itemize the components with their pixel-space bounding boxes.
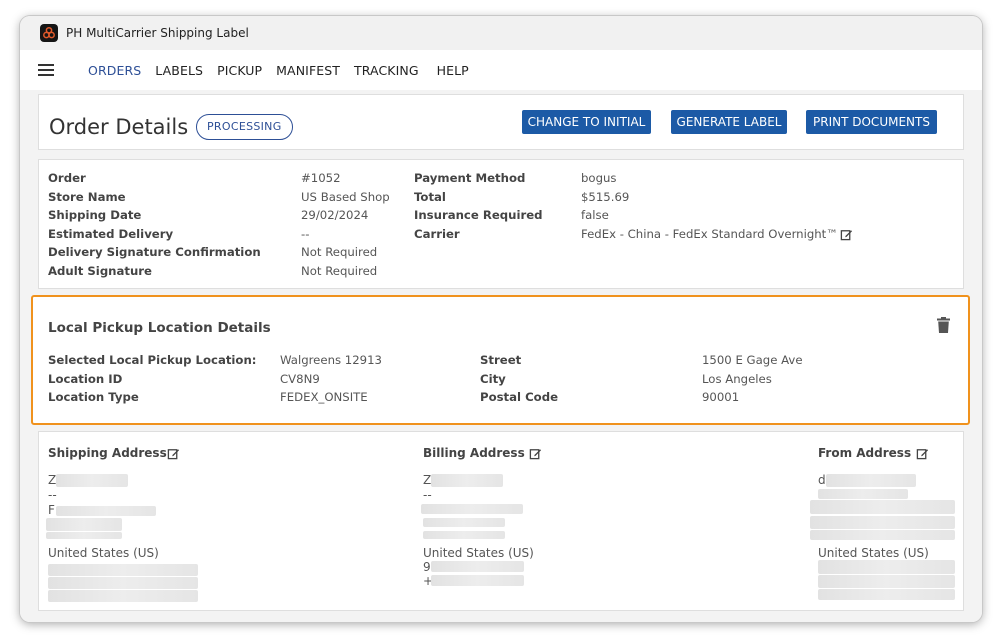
from-name: d xyxy=(818,473,826,487)
order-info-card: Order #1052 Store Name US Based Shop Shi… xyxy=(38,159,964,289)
nav-labels[interactable]: LABELS xyxy=(155,63,203,78)
redacted-block xyxy=(810,516,955,529)
postal-code-value: 90001 xyxy=(702,390,740,404)
redacted-block xyxy=(56,474,128,487)
shipping-date-label: Shipping Date xyxy=(48,208,142,222)
payment-method-label: Payment Method xyxy=(414,171,526,185)
billing-name: Z xyxy=(423,473,432,487)
shipping-address-title: Shipping Address xyxy=(48,446,167,460)
redacted-block xyxy=(423,518,505,527)
total-value: $515.69 xyxy=(581,189,630,204)
redacted-block xyxy=(48,564,198,576)
adult-signature-label: Adult Signature xyxy=(48,263,152,278)
redacted-block xyxy=(818,489,908,499)
adult-signature-value: Not Required xyxy=(301,263,378,278)
street-value: 1500 E Gage Ave xyxy=(702,353,803,367)
nav-orders[interactable]: ORDERS xyxy=(88,63,141,78)
nav-manifest[interactable]: MANIFEST xyxy=(276,63,340,78)
order-value: #1052 xyxy=(301,171,341,185)
redacted-block xyxy=(46,518,122,531)
location-id-label: Location ID xyxy=(48,371,123,386)
nav-help[interactable]: HELP xyxy=(437,63,469,78)
order-header: Order Details PROCESSING CHANGE TO INITI… xyxy=(38,94,964,150)
edit-carrier-icon[interactable] xyxy=(840,226,853,245)
store-name-label: Store Name xyxy=(48,189,126,204)
location-id-value: CV8N9 xyxy=(280,371,320,386)
postal-code-label: Postal Code xyxy=(480,390,559,404)
local-pickup-card: Local Pickup Location Details Selected L… xyxy=(31,295,970,425)
shipping-country: United States (US) xyxy=(48,546,159,560)
shipping-line-2: -- xyxy=(48,488,57,502)
status-badge: PROCESSING xyxy=(196,114,293,140)
street-label: Street xyxy=(480,353,522,367)
billing-phone: 9 xyxy=(423,560,431,574)
redacted-block xyxy=(818,560,955,574)
redacted-block xyxy=(810,530,955,540)
location-type-value: FEDEX_ONSITE xyxy=(280,390,368,404)
from-address-title: From Address xyxy=(818,446,912,460)
delivery-signature-label: Delivery Signature Confirmation xyxy=(48,245,261,259)
redacted-block xyxy=(818,575,955,588)
selected-pickup-label: Selected Local Pickup Location: xyxy=(48,353,257,367)
redacted-block xyxy=(46,532,122,539)
app-window: PH MultiCarrier Shipping Label ORDERS LA… xyxy=(20,16,982,622)
city-label: City xyxy=(480,371,506,386)
redacted-block xyxy=(810,500,955,514)
shipping-name: Z xyxy=(48,473,57,487)
edit-shipping-address-icon[interactable] xyxy=(167,445,180,464)
location-type-label: Location Type xyxy=(48,390,139,404)
menu-icon[interactable] xyxy=(38,64,54,76)
change-to-initial-button[interactable]: CHANGE TO INITIAL xyxy=(522,110,651,134)
delivery-signature-value: Not Required xyxy=(301,245,378,259)
title-bar: PH MultiCarrier Shipping Label xyxy=(20,16,982,50)
selected-pickup-value: Walgreens 12913 xyxy=(280,353,382,367)
top-navigation: ORDERS LABELS PICKUP MANIFEST TRACKING H… xyxy=(20,50,982,90)
app-logo-icon xyxy=(40,24,58,42)
redacted-block xyxy=(431,474,503,487)
redacted-block xyxy=(826,474,916,487)
addresses-card: Shipping Address Z -- F United States (U… xyxy=(38,431,964,611)
redacted-block xyxy=(56,506,156,516)
nav-tracking[interactable]: TRACKING xyxy=(354,63,419,78)
order-label: Order xyxy=(48,171,86,185)
app-title: PH MultiCarrier Shipping Label xyxy=(66,26,249,40)
store-name-value: US Based Shop xyxy=(301,189,390,204)
main-content: Order Details PROCESSING CHANGE TO INITI… xyxy=(20,90,982,622)
from-country: United States (US) xyxy=(818,546,929,560)
estimated-delivery-value: -- xyxy=(301,226,310,241)
carrier-value: FedEx - China - FedEx Standard Overnight… xyxy=(581,226,838,241)
nav-pickup[interactable]: PICKUP xyxy=(217,63,262,78)
redacted-block xyxy=(431,575,524,586)
redacted-block xyxy=(431,561,524,572)
total-label: Total xyxy=(414,189,446,204)
carrier-label: Carrier xyxy=(414,226,460,241)
shipping-line-3: F xyxy=(48,503,55,517)
delete-trash-icon[interactable] xyxy=(937,317,950,337)
print-documents-button[interactable]: PRINT DOCUMENTS xyxy=(806,110,937,134)
redacted-block xyxy=(48,590,198,602)
billing-line-2: -- xyxy=(423,488,432,502)
redacted-block xyxy=(423,531,505,539)
billing-country: United States (US) xyxy=(423,546,534,560)
edit-billing-address-icon[interactable] xyxy=(529,445,542,464)
redacted-block xyxy=(818,589,955,600)
city-value: Los Angeles xyxy=(702,371,772,386)
estimated-delivery-label: Estimated Delivery xyxy=(48,226,174,241)
edit-from-address-icon[interactable] xyxy=(916,445,929,464)
insurance-value: false xyxy=(581,208,609,222)
payment-method-value: bogus xyxy=(581,171,617,185)
shipping-date-value: 29/02/2024 xyxy=(301,208,369,222)
local-pickup-title: Local Pickup Location Details xyxy=(48,320,271,336)
insurance-label: Insurance Required xyxy=(414,208,543,222)
generate-label-button[interactable]: GENERATE LABEL xyxy=(671,110,787,134)
redacted-block xyxy=(421,504,523,514)
redacted-block xyxy=(48,577,198,589)
page-title: Order Details xyxy=(49,115,189,139)
billing-address-title: Billing Address xyxy=(423,446,525,460)
